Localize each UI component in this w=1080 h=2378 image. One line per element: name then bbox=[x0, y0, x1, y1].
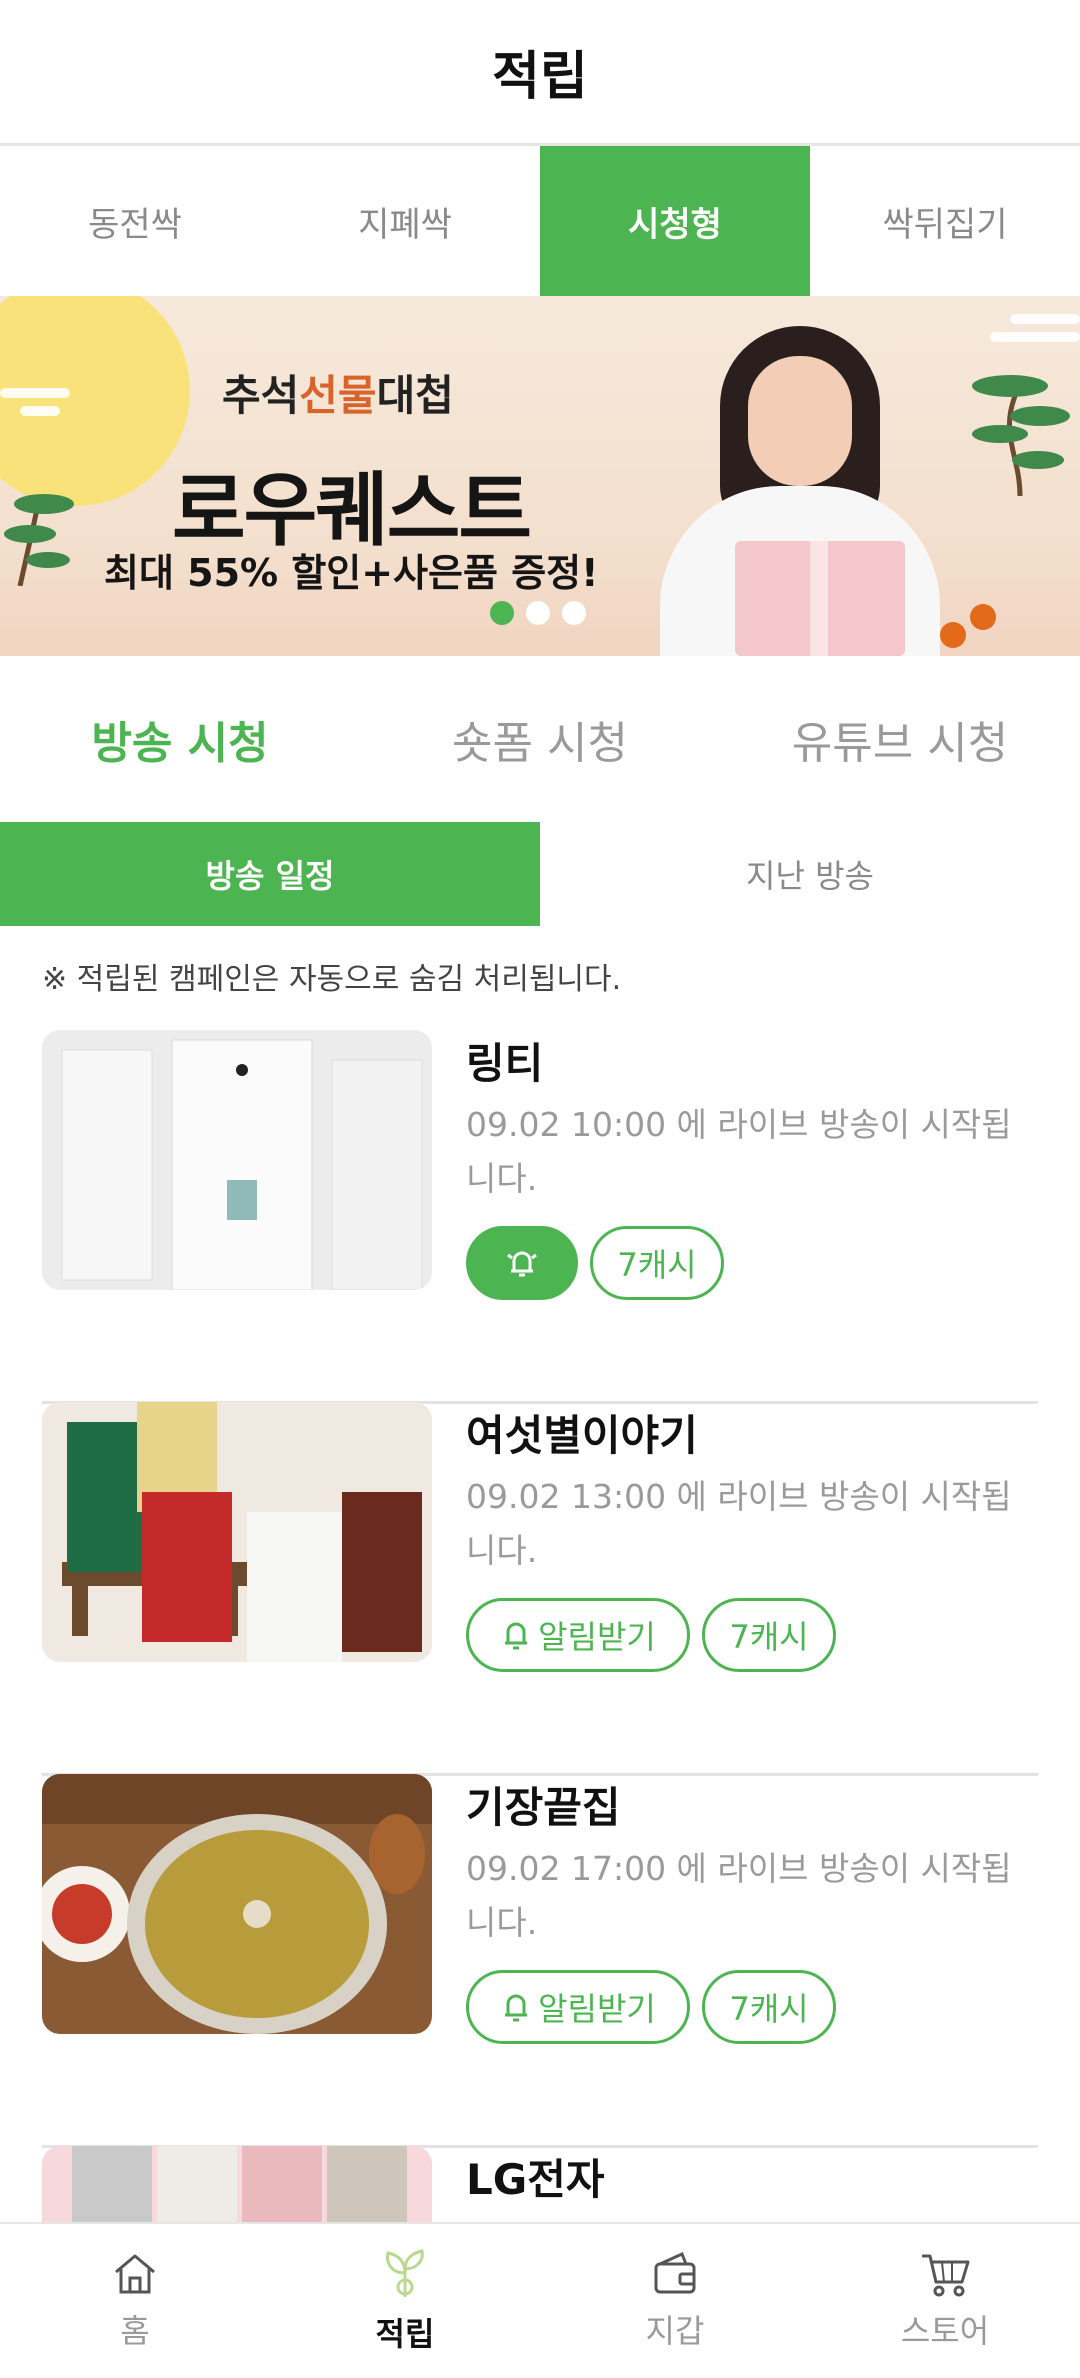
broadcast-description: 09.02 17:00 에 라이브 방송이 시작됩니다. bbox=[466, 1849, 1012, 1942]
cash-reward-badge[interactable]: 7캐시 bbox=[702, 1598, 836, 1672]
broadcast-item: 기장끝집 09.02 17:00 에 라이브 방송이 시작됩니다. 알림받기 7… bbox=[42, 1774, 1038, 2148]
page-dot[interactable] bbox=[526, 601, 550, 625]
tab-watch[interactable]: 시청형 bbox=[540, 146, 810, 296]
gift-ribbon bbox=[810, 541, 828, 656]
nav-label: 지갑 bbox=[645, 2312, 705, 2350]
segment-schedule[interactable]: 방송 일정 bbox=[0, 822, 540, 926]
watch-type-tabs: 방송 시청 숏폼 시청 유튜브 시청 bbox=[0, 656, 1080, 822]
pine-tree-decoration bbox=[4, 494, 74, 586]
tab-youtube-watch[interactable]: 유튜브 시청 bbox=[720, 707, 1080, 771]
tab-broadcast-watch[interactable]: 방송 시청 bbox=[0, 707, 360, 771]
nav-earn[interactable]: 적립 bbox=[270, 2224, 540, 2378]
wallet-icon bbox=[654, 2251, 696, 2294]
broadcast-title: 링티 bbox=[466, 1039, 544, 1088]
alarm-label: 알림받기 bbox=[538, 1990, 656, 2028]
bottom-navigation: 홈 적립 지갑 스토어 bbox=[0, 2222, 1080, 2378]
persimmon-decoration bbox=[970, 604, 996, 630]
alarm-label: 알림받기 bbox=[538, 1618, 656, 1656]
cloud-decoration bbox=[990, 332, 1080, 342]
top-tab-bar: 동전싹 지폐싹 시청형 싹뒤집기 bbox=[0, 146, 1080, 296]
page-dot[interactable] bbox=[562, 601, 586, 625]
nav-label: 스토어 bbox=[900, 2312, 990, 2350]
nav-home[interactable]: 홈 bbox=[0, 2224, 270, 2378]
cash-reward-badge[interactable]: 7캐시 bbox=[590, 1226, 724, 1300]
product-thumbnail[interactable] bbox=[42, 1402, 432, 1662]
broadcast-description: 09.02 10:00 에 라이브 방송이 시작됩니다. bbox=[466, 1105, 1012, 1198]
broadcast-item: LG전자 bbox=[42, 2146, 1038, 2222]
nav-wallet[interactable]: 지갑 bbox=[540, 2224, 810, 2378]
nav-store[interactable]: 스토어 bbox=[810, 2224, 1080, 2378]
broadcast-title: 여섯별이야기 bbox=[466, 1411, 698, 1460]
banner-offer: 최대 55% 할인+사은품 증정! bbox=[104, 551, 599, 595]
nav-label: 적립 bbox=[375, 2315, 435, 2353]
product-thumbnail[interactable] bbox=[42, 2146, 432, 2222]
alarm-subscribe-button[interactable]: 알림받기 bbox=[466, 1970, 690, 2044]
persimmon-decoration bbox=[940, 622, 966, 648]
cloud-decoration bbox=[20, 406, 60, 416]
bell-ringing-icon bbox=[507, 1251, 537, 1277]
broadcast-description: 09.02 13:00 에 라이브 방송이 시작됩니다. bbox=[466, 1477, 1012, 1570]
sun-decoration bbox=[0, 296, 190, 506]
broadcast-title: LG전자 bbox=[466, 2155, 605, 2204]
pine-tree-decoration bbox=[972, 375, 1070, 496]
tab-bill[interactable]: 지폐싹 bbox=[270, 146, 540, 296]
broadcast-item: 링티 09.02 10:00 에 라이브 방송이 시작됩니다. 7캐시 bbox=[42, 1030, 1038, 1404]
home-icon bbox=[115, 2254, 155, 2294]
broadcast-title: 기장끝집 bbox=[466, 1783, 621, 1832]
banner-pagination bbox=[490, 601, 586, 625]
notice-text: ※ 적립된 캠페인은 자동으로 숨김 처리됩니다. bbox=[42, 962, 622, 997]
app-header: 적립 bbox=[0, 0, 1080, 146]
broadcast-item: 여섯별이야기 09.02 13:00 에 라이브 방송이 시작됩니다. 알림받기… bbox=[42, 1402, 1038, 1776]
sprout-icon bbox=[386, 2249, 424, 2297]
cash-reward-badge[interactable]: 7캐시 bbox=[702, 1970, 836, 2044]
tab-flip[interactable]: 싹뒤집기 bbox=[810, 146, 1080, 296]
alarm-on-button[interactable] bbox=[466, 1226, 578, 1300]
promo-banner[interactable]: 추석선물대첩 로우퀘스트 최대 55% 할인+사은품 증정! bbox=[0, 296, 1080, 656]
schedule-segment: 방송 일정 지난 방송 bbox=[0, 822, 1080, 926]
page-dot[interactable] bbox=[490, 601, 514, 625]
product-thumbnail[interactable] bbox=[42, 1030, 432, 1290]
cart-icon bbox=[922, 2254, 970, 2297]
page-title: 적립 bbox=[492, 47, 588, 107]
cloud-decoration bbox=[0, 388, 70, 398]
segment-past[interactable]: 지난 방송 bbox=[540, 822, 1080, 926]
tab-coin[interactable]: 동전싹 bbox=[0, 146, 270, 296]
bell-icon bbox=[505, 1622, 528, 1650]
alarm-subscribe-button[interactable]: 알림받기 bbox=[466, 1598, 690, 1672]
tab-shortform-watch[interactable]: 숏폼 시청 bbox=[360, 707, 720, 771]
nav-label: 홈 bbox=[120, 2312, 150, 2350]
cloud-decoration bbox=[1010, 314, 1080, 324]
bell-icon bbox=[505, 1994, 528, 2022]
product-thumbnail[interactable] bbox=[42, 1774, 432, 2034]
banner-subtitle: 추석선물대첩 bbox=[222, 371, 454, 420]
